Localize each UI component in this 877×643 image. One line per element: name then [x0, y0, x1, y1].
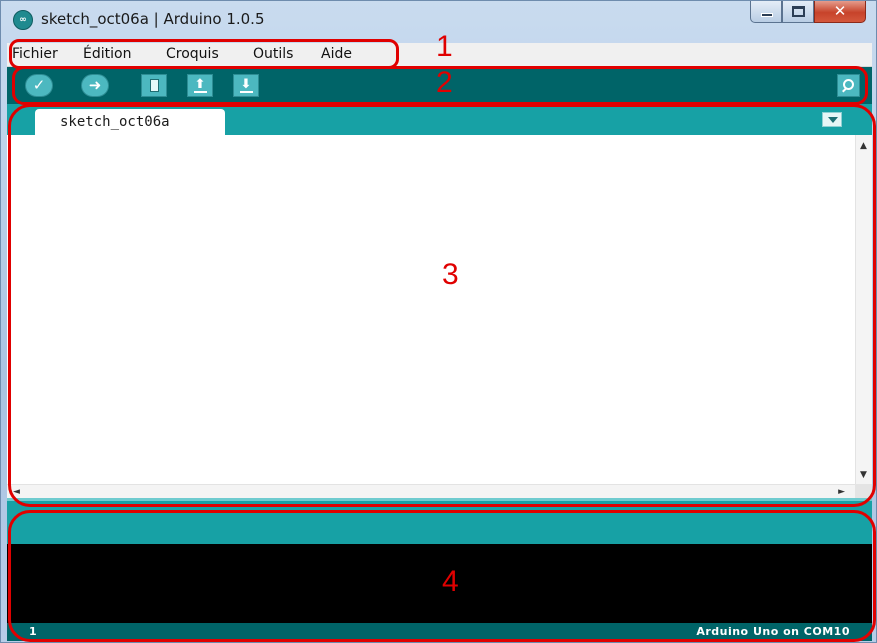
annotation-box-menu: [9, 39, 399, 69]
annotation-number-4: 4: [442, 565, 459, 598]
close-icon: ✕: [833, 2, 847, 20]
minimize-icon: [761, 13, 773, 17]
annotation-number-3: 3: [442, 258, 459, 291]
close-button[interactable]: ✕: [814, 1, 866, 23]
minimize-button[interactable]: [750, 1, 782, 23]
window-controls: ✕: [750, 1, 866, 25]
arduino-logo-icon: ∞: [13, 10, 33, 30]
annotation-box-editor: [8, 104, 876, 507]
annotation-number-1: 1: [436, 30, 453, 63]
maximize-icon: [792, 6, 805, 17]
maximize-button[interactable]: [782, 1, 814, 23]
annotation-number-2: 2: [436, 66, 453, 99]
window-title: sketch_oct06a | Arduino 1.0.5: [41, 10, 265, 28]
